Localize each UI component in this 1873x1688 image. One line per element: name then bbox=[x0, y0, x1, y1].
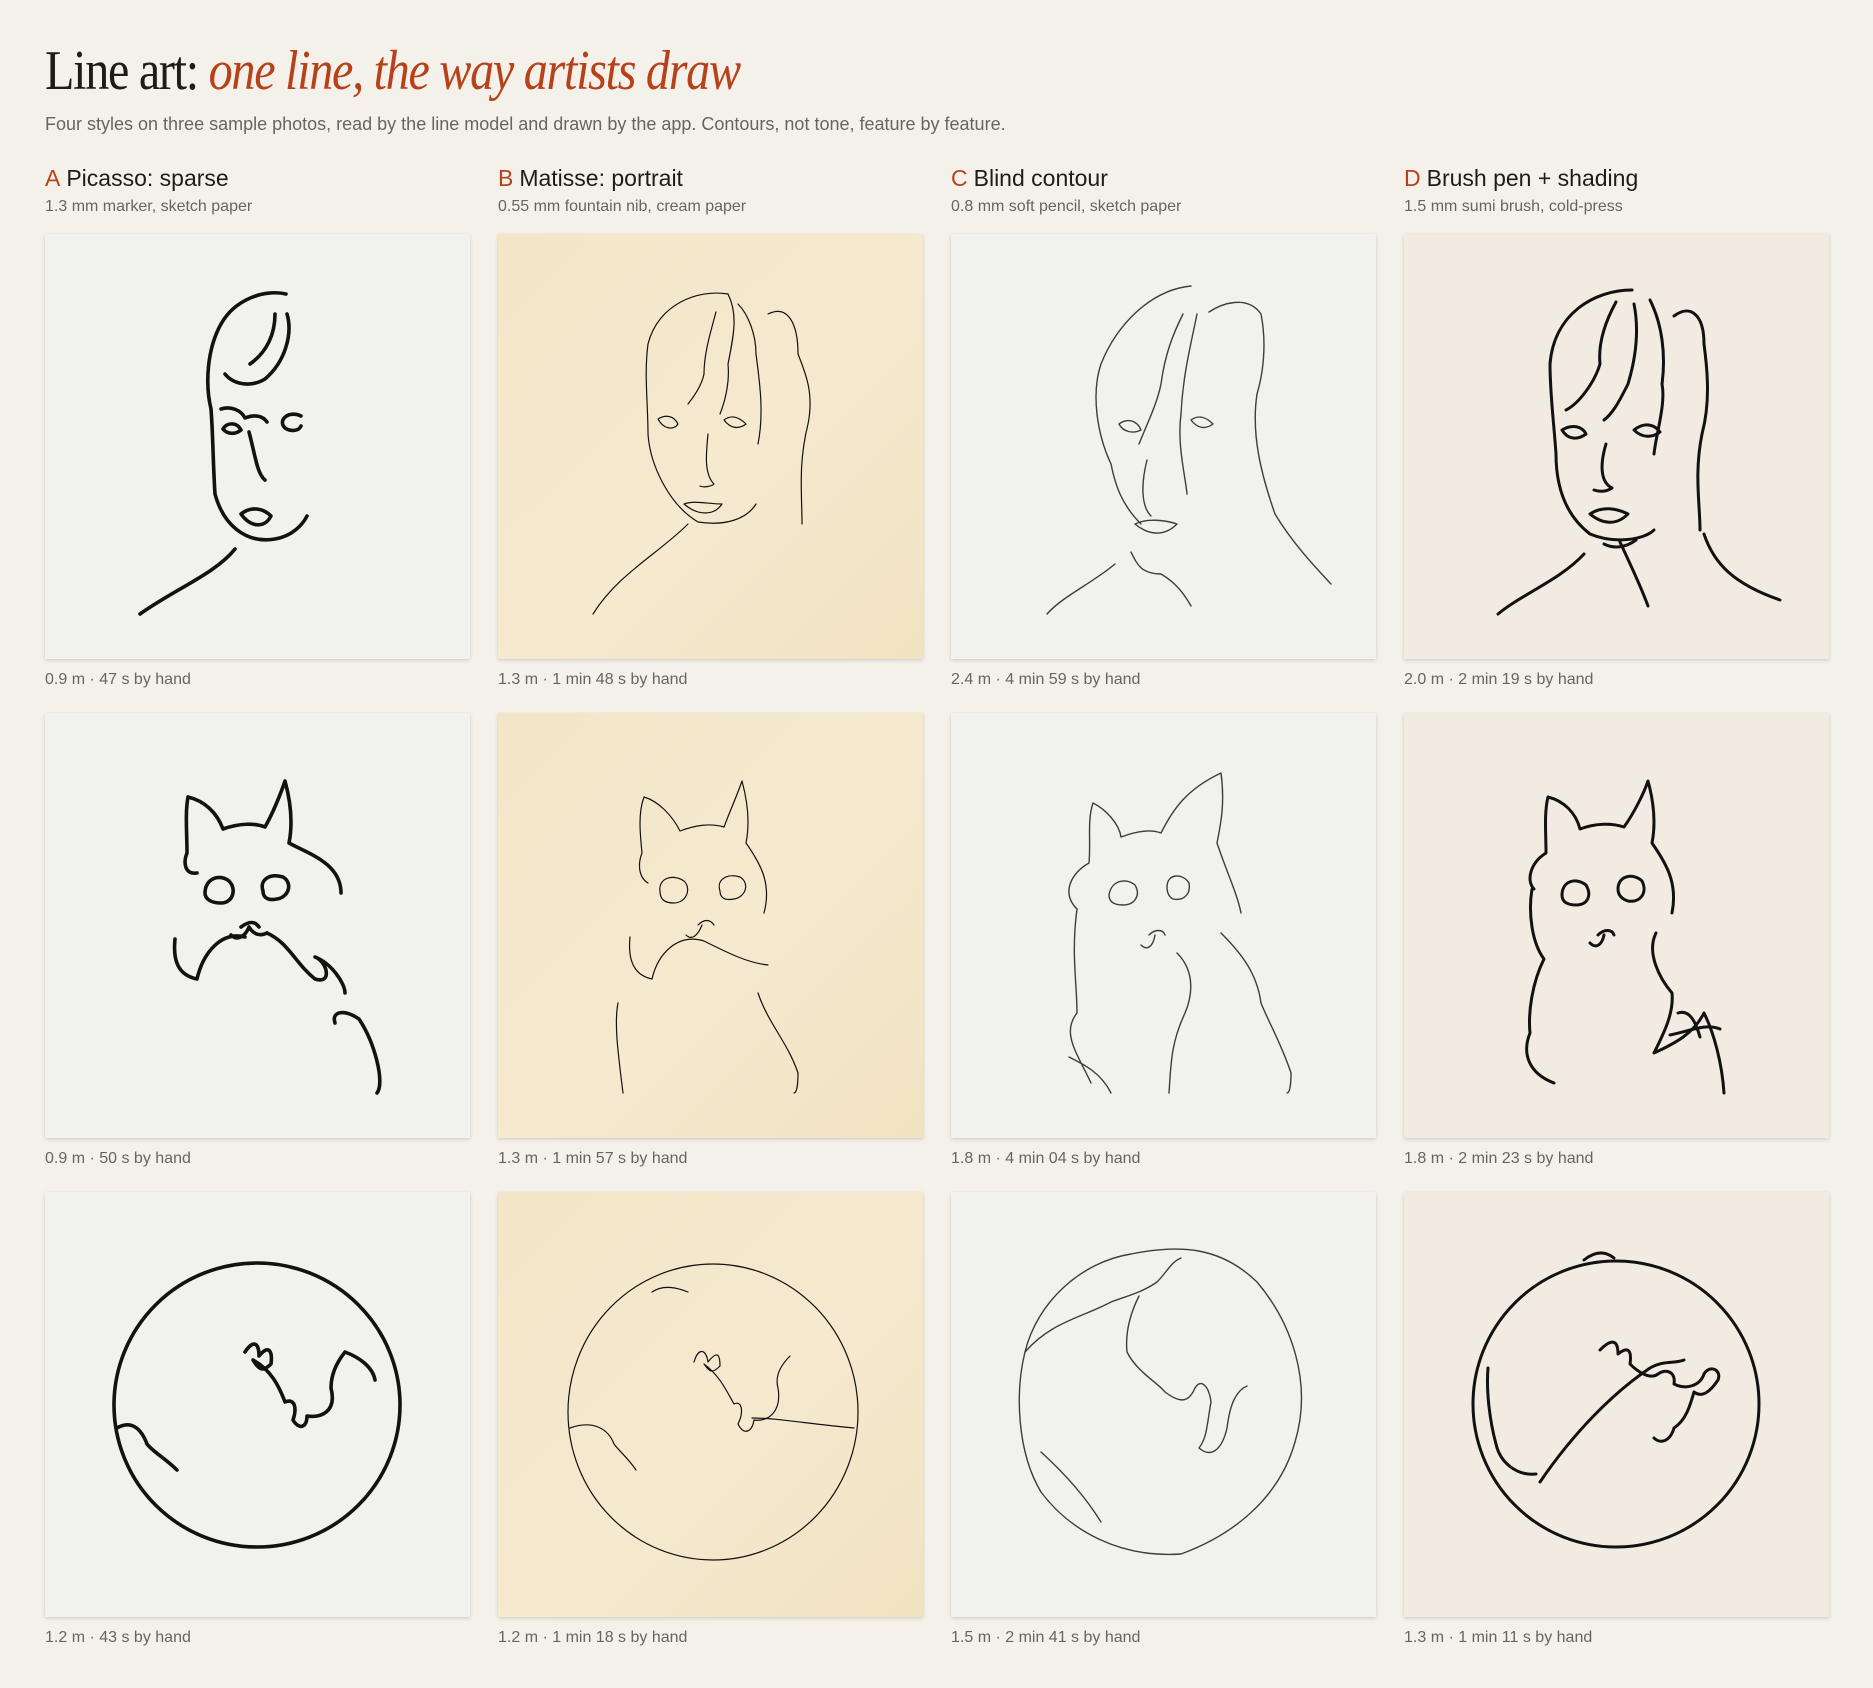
style-header: D Brush pen + shading 1.5 mm sumi brush, … bbox=[1404, 164, 1829, 234]
style-name: Blind contour bbox=[973, 165, 1108, 191]
page-title: Line art: one line, the way artists draw bbox=[45, 36, 1584, 106]
style-grid: A Picasso: sparse 1.3 mm marker, sketch p… bbox=[45, 164, 1829, 1671]
drawing-cell-cat: 0.9 m · 50 s by hand bbox=[45, 713, 470, 1192]
drawing-caption: 1.3 m · 1 min 11 s by hand bbox=[1404, 1629, 1593, 1646]
drawing-cell-portrait: 0.9 m · 47 s by hand bbox=[45, 234, 470, 713]
style-title: D Brush pen + shading bbox=[1404, 164, 1829, 192]
style-title: C Blind contour bbox=[951, 164, 1376, 192]
drawing-card[interactable] bbox=[498, 713, 923, 1138]
globe-line-drawing bbox=[1018, 1248, 1303, 1556]
style-letter: B bbox=[498, 165, 514, 191]
drawing-card[interactable] bbox=[951, 1192, 1376, 1617]
drawing-cell-globe: 1.2 m · 43 s by hand bbox=[45, 1192, 470, 1671]
drawing-cell-portrait: 2.4 m · 4 min 59 s by hand bbox=[951, 234, 1376, 713]
style-header: C Blind contour 0.8 mm soft pencil, sketc… bbox=[951, 164, 1376, 234]
title-plain: Line art: bbox=[45, 40, 199, 102]
style-letter: C bbox=[951, 165, 968, 191]
portrait-line-drawing bbox=[1046, 285, 1332, 615]
drawing-caption: 1.3 m · 1 min 57 s by hand bbox=[498, 1150, 688, 1167]
style-letter: D bbox=[1404, 165, 1421, 191]
cat-line-drawing bbox=[1068, 772, 1292, 1094]
drawing-card[interactable] bbox=[1404, 1192, 1829, 1617]
drawing-caption: 0.9 m · 50 s by hand bbox=[45, 1150, 191, 1167]
portrait-line-drawing bbox=[138, 291, 309, 616]
drawing-card[interactable] bbox=[498, 1192, 923, 1617]
style-materials: 1.5 mm sumi brush, cold-press bbox=[1404, 198, 1623, 215]
drawing-cell-cat: 1.8 m · 4 min 04 s by hand bbox=[951, 713, 1376, 1192]
style-header: B Matisse: portrait 0.55 mm fountain nib,… bbox=[498, 164, 923, 234]
drawing-caption: 1.5 m · 2 min 41 s by hand bbox=[951, 1629, 1141, 1646]
style-column-b: B Matisse: portrait 0.55 mm fountain nib,… bbox=[498, 164, 923, 1671]
line-art-gallery-page: Line art: one line, the way artists draw… bbox=[45, 36, 1835, 1646]
drawing-caption: 1.2 m · 43 s by hand bbox=[45, 1629, 191, 1646]
drawing-card[interactable] bbox=[1404, 713, 1829, 1138]
style-column-a: A Picasso: sparse 1.3 mm marker, sketch p… bbox=[45, 164, 470, 1671]
globe-line-drawing bbox=[1471, 1251, 1761, 1549]
globe-line-drawing bbox=[112, 1261, 402, 1549]
drawing-card[interactable] bbox=[951, 713, 1376, 1138]
drawing-cell-globe: 1.3 m · 1 min 11 s by hand bbox=[1404, 1192, 1829, 1671]
portrait-line-drawing bbox=[592, 292, 811, 615]
style-materials: 1.3 mm marker, sketch paper bbox=[45, 198, 253, 215]
style-header: A Picasso: sparse 1.3 mm marker, sketch p… bbox=[45, 164, 470, 234]
drawing-card[interactable] bbox=[498, 234, 923, 659]
drawing-caption: 1.8 m · 2 min 23 s by hand bbox=[1404, 1150, 1594, 1167]
cat-line-drawing bbox=[1525, 779, 1726, 1095]
drawing-card[interactable] bbox=[951, 234, 1376, 659]
drawing-cell-cat: 1.3 m · 1 min 57 s by hand bbox=[498, 713, 923, 1192]
globe-line-drawing bbox=[567, 1263, 859, 1561]
style-name: Brush pen + shading bbox=[1426, 165, 1639, 191]
drawing-cell-globe: 1.5 m · 2 min 41 s by hand bbox=[951, 1192, 1376, 1671]
cat-line-drawing bbox=[615, 780, 799, 1094]
drawing-cell-globe: 1.2 m · 1 min 18 s by hand bbox=[498, 1192, 923, 1671]
drawing-cell-portrait: 1.3 m · 1 min 48 s by hand bbox=[498, 234, 923, 713]
drawing-caption: 1.3 m · 1 min 48 s by hand bbox=[498, 671, 688, 688]
drawing-cell-portrait: 2.0 m · 2 min 19 s by hand bbox=[1404, 234, 1829, 713]
style-name: Picasso: sparse bbox=[66, 165, 229, 191]
style-title: A Picasso: sparse bbox=[45, 164, 470, 192]
drawing-cell-cat: 1.8 m · 2 min 23 s by hand bbox=[1404, 713, 1829, 1192]
title-accent: one line, the way artists draw bbox=[208, 40, 741, 102]
page-subtitle: Four styles on three sample photos, read… bbox=[45, 114, 1006, 134]
style-title: B Matisse: portrait bbox=[498, 164, 923, 192]
portrait-line-drawing bbox=[1496, 288, 1782, 616]
style-materials: 0.8 mm soft pencil, sketch paper bbox=[951, 198, 1182, 215]
drawing-caption: 2.0 m · 2 min 19 s by hand bbox=[1404, 671, 1594, 688]
style-materials: 0.55 mm fountain nib, cream paper bbox=[498, 198, 747, 215]
drawing-card[interactable] bbox=[45, 234, 470, 659]
drawing-card[interactable] bbox=[45, 1192, 470, 1617]
style-column-d: D Brush pen + shading 1.5 mm sumi brush, … bbox=[1404, 164, 1829, 1671]
style-letter: A bbox=[45, 165, 61, 191]
style-name: Matisse: portrait bbox=[519, 165, 683, 191]
drawing-caption: 1.8 m · 4 min 04 s by hand bbox=[951, 1150, 1141, 1167]
drawing-caption: 0.9 m · 47 s by hand bbox=[45, 671, 191, 688]
cat-line-drawing bbox=[172, 779, 382, 1095]
drawing-caption: 1.2 m · 1 min 18 s by hand bbox=[498, 1629, 688, 1646]
drawing-caption: 2.4 m · 4 min 59 s by hand bbox=[951, 671, 1141, 688]
drawing-card[interactable] bbox=[45, 713, 470, 1138]
style-column-c: C Blind contour 0.8 mm soft pencil, sketc… bbox=[951, 164, 1376, 1671]
drawing-card[interactable] bbox=[1404, 234, 1829, 659]
